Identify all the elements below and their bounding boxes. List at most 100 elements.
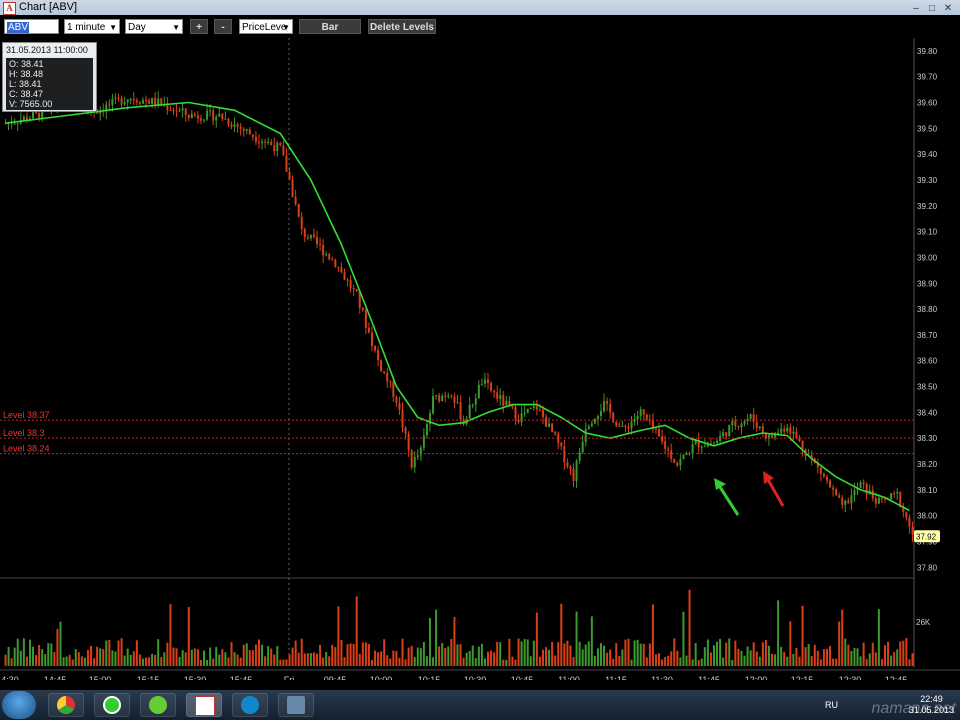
volume-bar bbox=[670, 651, 673, 666]
volume-bar bbox=[905, 638, 908, 666]
volume-bar bbox=[154, 654, 157, 666]
info-volume: V: 7565.00 bbox=[9, 99, 53, 109]
candle-body bbox=[218, 113, 221, 117]
volume-bar bbox=[575, 611, 578, 666]
candle-body bbox=[300, 216, 303, 229]
candle-body bbox=[535, 406, 538, 410]
utorrent-taskbar-icon[interactable] bbox=[140, 693, 176, 717]
chevron-down-icon: ▼ bbox=[282, 23, 290, 32]
volume-bar bbox=[10, 658, 13, 666]
candle-body bbox=[367, 327, 370, 333]
candle-body bbox=[554, 431, 557, 434]
candle-body bbox=[877, 497, 880, 504]
candle-body bbox=[471, 404, 474, 406]
explorer-taskbar-icon[interactable] bbox=[278, 693, 314, 717]
volume-bar bbox=[4, 654, 7, 666]
candle-body bbox=[395, 396, 398, 403]
volume-bar bbox=[86, 650, 89, 666]
candle-body bbox=[538, 409, 541, 411]
candle-body bbox=[743, 421, 746, 424]
volume-bar bbox=[267, 646, 270, 666]
price-level-select[interactable]: PriceLeve ▼ bbox=[239, 19, 293, 34]
volume-bar bbox=[425, 656, 428, 666]
candle-body bbox=[343, 272, 346, 280]
candle-body bbox=[780, 428, 783, 433]
language-indicator[interactable]: RU bbox=[825, 700, 838, 710]
volume-bar bbox=[795, 647, 798, 666]
volume-bar bbox=[532, 640, 535, 666]
volume-bar bbox=[844, 638, 847, 666]
skype-taskbar-icon[interactable] bbox=[232, 693, 268, 717]
interval-select[interactable]: 1 minute ▼ bbox=[64, 19, 120, 34]
volume-bar bbox=[367, 643, 370, 666]
candle-body bbox=[413, 456, 416, 468]
candle-body bbox=[126, 99, 129, 103]
zoom-out-button[interactable]: - bbox=[214, 19, 232, 34]
candle-body bbox=[138, 102, 141, 104]
candle-body bbox=[425, 423, 428, 436]
chart-canvas[interactable]: 39.80 39.70 39.60 39.50 39.40 39.30 39.20 39.10… bbox=[0, 38, 960, 680]
volume-bar bbox=[273, 654, 276, 666]
candle-body bbox=[13, 123, 16, 125]
minimize-button[interactable]: – bbox=[908, 1, 924, 16]
volume-bar bbox=[221, 649, 224, 666]
volume-bar bbox=[825, 648, 828, 666]
x-tick-label: 12:00 bbox=[745, 675, 768, 680]
volume-bar bbox=[816, 650, 819, 666]
volume-bar bbox=[102, 649, 105, 666]
candle-body bbox=[490, 383, 493, 391]
x-tick-label: 12:15 bbox=[791, 675, 814, 680]
price-chart[interactable]: 39.80 39.70 39.60 39.50 39.40 39.30 39.20 39.10… bbox=[0, 38, 960, 680]
maximize-button[interactable]: □ bbox=[924, 1, 940, 16]
candle-body bbox=[541, 409, 544, 418]
candle-body bbox=[645, 414, 648, 420]
candle-body bbox=[569, 466, 572, 470]
volume-bar bbox=[624, 639, 627, 666]
chrome-taskbar-icon[interactable] bbox=[48, 693, 84, 717]
candle-body bbox=[911, 526, 914, 535]
price-level-value: PriceLeve bbox=[242, 22, 287, 33]
candle-body bbox=[319, 243, 322, 245]
volume-bar bbox=[441, 643, 444, 666]
candle-body bbox=[239, 126, 242, 129]
volume-bar bbox=[120, 638, 123, 666]
bar-button[interactable]: Bar bbox=[299, 19, 361, 34]
close-button[interactable]: ✕ bbox=[940, 1, 956, 16]
icq-taskbar-icon[interactable] bbox=[94, 693, 130, 717]
volume-bar bbox=[813, 644, 816, 666]
candle-body bbox=[670, 450, 673, 459]
volume-bar bbox=[682, 611, 685, 666]
volume-bar bbox=[203, 650, 206, 666]
volume-bar bbox=[163, 652, 166, 666]
volume-bar bbox=[890, 655, 893, 666]
delete-levels-button[interactable]: Delete Levels bbox=[368, 19, 436, 34]
candle-body bbox=[389, 381, 392, 383]
volume-bar bbox=[709, 652, 712, 666]
candle-body bbox=[404, 427, 407, 434]
volume-bar bbox=[786, 656, 789, 666]
candle-body bbox=[340, 267, 343, 273]
info-datetime: 31.05.2013 11:00:00 bbox=[3, 43, 96, 57]
volume-bar bbox=[642, 643, 645, 666]
candle-body bbox=[734, 420, 737, 426]
chevron-down-icon: ▼ bbox=[172, 23, 180, 32]
volume-bar bbox=[804, 647, 807, 666]
volume-bar bbox=[538, 656, 541, 666]
volume-bar bbox=[483, 658, 486, 666]
candle-body bbox=[667, 448, 670, 451]
candle-body bbox=[227, 118, 230, 125]
period-select[interactable]: Day ▼ bbox=[125, 19, 183, 34]
candle-body bbox=[795, 431, 798, 438]
volume-bar bbox=[416, 647, 419, 666]
candle-body bbox=[264, 141, 267, 143]
candle-body bbox=[325, 254, 328, 256]
trading-app-taskbar-icon[interactable] bbox=[186, 693, 222, 717]
volume-bar bbox=[419, 648, 422, 666]
start-button[interactable] bbox=[2, 691, 36, 719]
candle-body bbox=[771, 435, 774, 438]
candle-body bbox=[609, 403, 612, 413]
zoom-in-button[interactable]: + bbox=[190, 19, 208, 34]
candle-body bbox=[584, 428, 587, 442]
volume-bar bbox=[691, 659, 694, 666]
symbol-input[interactable]: ABV bbox=[4, 19, 59, 34]
